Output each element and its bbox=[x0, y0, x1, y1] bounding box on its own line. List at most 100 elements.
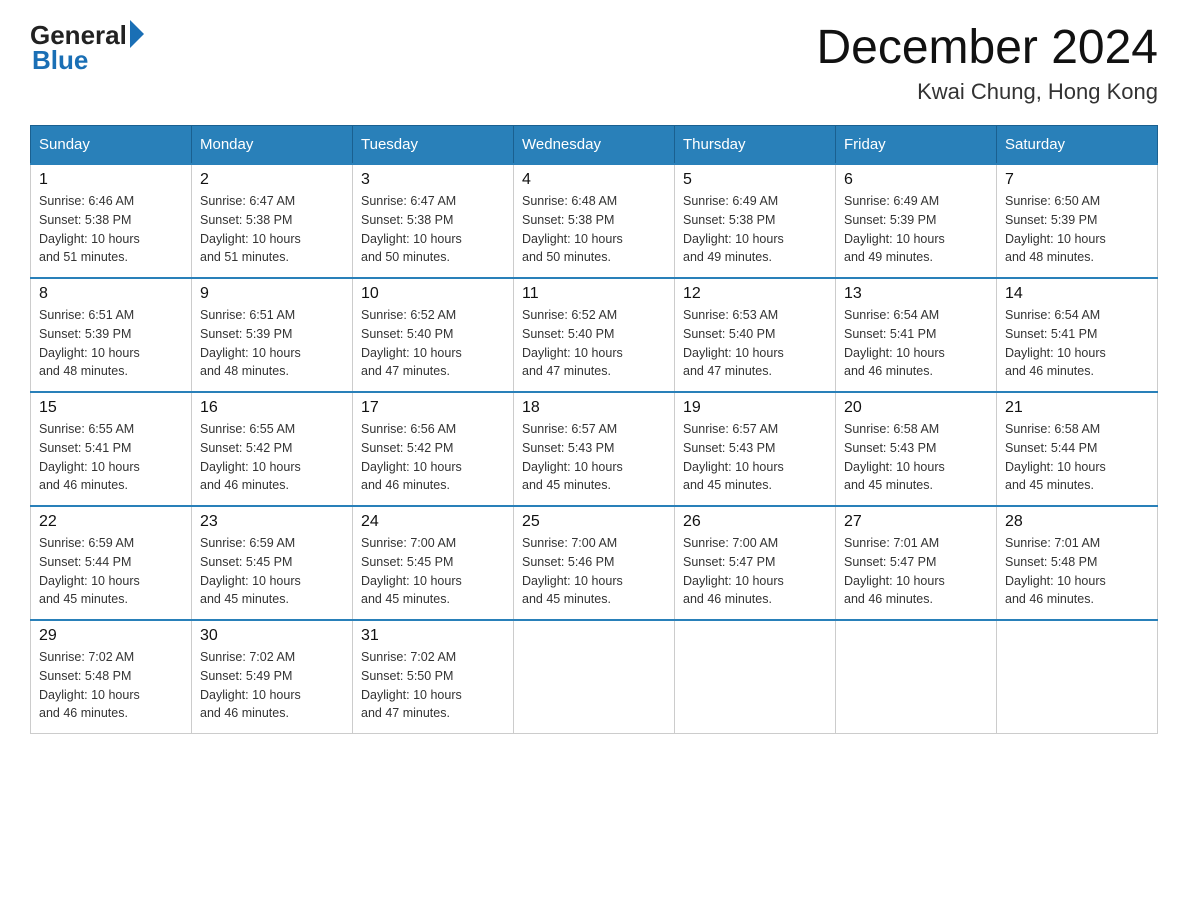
day-info: Sunrise: 6:51 AMSunset: 5:39 PMDaylight:… bbox=[200, 306, 344, 381]
day-number: 8 bbox=[39, 285, 183, 303]
day-info: Sunrise: 6:51 AMSunset: 5:39 PMDaylight:… bbox=[39, 306, 183, 381]
table-row: 29 Sunrise: 7:02 AMSunset: 5:48 PMDayligh… bbox=[31, 620, 192, 734]
day-info: Sunrise: 7:01 AMSunset: 5:47 PMDaylight:… bbox=[844, 534, 988, 609]
table-row bbox=[836, 620, 997, 734]
day-number: 30 bbox=[200, 627, 344, 645]
day-number: 27 bbox=[844, 513, 988, 531]
header-monday: Monday bbox=[192, 126, 353, 165]
day-info: Sunrise: 6:58 AMSunset: 5:44 PMDaylight:… bbox=[1005, 420, 1149, 495]
day-number: 22 bbox=[39, 513, 183, 531]
day-info: Sunrise: 6:47 AMSunset: 5:38 PMDaylight:… bbox=[361, 192, 505, 267]
day-info: Sunrise: 6:56 AMSunset: 5:42 PMDaylight:… bbox=[361, 420, 505, 495]
day-info: Sunrise: 6:47 AMSunset: 5:38 PMDaylight:… bbox=[200, 192, 344, 267]
day-info: Sunrise: 7:01 AMSunset: 5:48 PMDaylight:… bbox=[1005, 534, 1149, 609]
location-subtitle: Kwai Chung, Hong Kong bbox=[816, 79, 1158, 105]
day-number: 12 bbox=[683, 285, 827, 303]
day-number: 23 bbox=[200, 513, 344, 531]
table-row: 27 Sunrise: 7:01 AMSunset: 5:47 PMDayligh… bbox=[836, 506, 997, 620]
day-info: Sunrise: 6:57 AMSunset: 5:43 PMDaylight:… bbox=[522, 420, 666, 495]
table-row: 16 Sunrise: 6:55 AMSunset: 5:42 PMDayligh… bbox=[192, 392, 353, 506]
table-row: 3 Sunrise: 6:47 AMSunset: 5:38 PMDaylight… bbox=[353, 164, 514, 278]
day-info: Sunrise: 7:02 AMSunset: 5:49 PMDaylight:… bbox=[200, 648, 344, 723]
day-number: 13 bbox=[844, 285, 988, 303]
day-info: Sunrise: 6:53 AMSunset: 5:40 PMDaylight:… bbox=[683, 306, 827, 381]
day-info: Sunrise: 6:57 AMSunset: 5:43 PMDaylight:… bbox=[683, 420, 827, 495]
day-number: 11 bbox=[522, 285, 666, 303]
table-row: 4Sunrise: 6:48 AMSunset: 5:38 PMDaylight… bbox=[514, 164, 675, 278]
day-number: 2 bbox=[200, 171, 344, 189]
table-row: 20 Sunrise: 6:58 AMSunset: 5:43 PMDayligh… bbox=[836, 392, 997, 506]
day-number: 16 bbox=[200, 399, 344, 417]
calendar-body: 1Sunrise: 6:46 AMSunset: 5:38 PMDaylight… bbox=[31, 164, 1158, 734]
day-number: 15 bbox=[39, 399, 183, 417]
table-row: 6 Sunrise: 6:49 AMSunset: 5:39 PMDaylight… bbox=[836, 164, 997, 278]
table-row: 8 Sunrise: 6:51 AMSunset: 5:39 PMDaylight… bbox=[31, 278, 192, 392]
table-row: 9 Sunrise: 6:51 AMSunset: 5:39 PMDaylight… bbox=[192, 278, 353, 392]
day-info: Sunrise: 6:54 AMSunset: 5:41 PMDaylight:… bbox=[844, 306, 988, 381]
title-area: December 2024 Kwai Chung, Hong Kong bbox=[816, 20, 1158, 105]
table-row: 2 Sunrise: 6:47 AMSunset: 5:38 PMDaylight… bbox=[192, 164, 353, 278]
day-number: 28 bbox=[1005, 513, 1149, 531]
day-number: 19 bbox=[683, 399, 827, 417]
table-row bbox=[997, 620, 1158, 734]
day-number: 26 bbox=[683, 513, 827, 531]
day-info: Sunrise: 7:00 AMSunset: 5:45 PMDaylight:… bbox=[361, 534, 505, 609]
day-number: 18 bbox=[522, 399, 666, 417]
day-info: Sunrise: 6:55 AMSunset: 5:41 PMDaylight:… bbox=[39, 420, 183, 495]
table-row: 17 Sunrise: 6:56 AMSunset: 5:42 PMDayligh… bbox=[353, 392, 514, 506]
day-number: 20 bbox=[844, 399, 988, 417]
logo-blue-text: Blue bbox=[32, 45, 144, 76]
table-row: 11 Sunrise: 6:52 AMSunset: 5:40 PMDayligh… bbox=[514, 278, 675, 392]
day-info: Sunrise: 6:55 AMSunset: 5:42 PMDaylight:… bbox=[200, 420, 344, 495]
table-row: 30 Sunrise: 7:02 AMSunset: 5:49 PMDayligh… bbox=[192, 620, 353, 734]
day-number: 17 bbox=[361, 399, 505, 417]
day-number: 31 bbox=[361, 627, 505, 645]
day-info: Sunrise: 6:52 AMSunset: 5:40 PMDaylight:… bbox=[522, 306, 666, 381]
day-number: 9 bbox=[200, 285, 344, 303]
calendar-table: Sunday Monday Tuesday Wednesday Thursday… bbox=[30, 125, 1158, 734]
day-info: Sunrise: 6:52 AMSunset: 5:40 PMDaylight:… bbox=[361, 306, 505, 381]
table-row: 23 Sunrise: 6:59 AMSunset: 5:45 PMDayligh… bbox=[192, 506, 353, 620]
table-row: 26 Sunrise: 7:00 AMSunset: 5:47 PMDayligh… bbox=[675, 506, 836, 620]
table-row: 14Sunrise: 6:54 AMSunset: 5:41 PMDayligh… bbox=[997, 278, 1158, 392]
logo-arrow-icon bbox=[130, 20, 144, 48]
day-info: Sunrise: 7:02 AMSunset: 5:50 PMDaylight:… bbox=[361, 648, 505, 723]
day-info: Sunrise: 6:50 AMSunset: 5:39 PMDaylight:… bbox=[1005, 192, 1149, 267]
day-info: Sunrise: 6:59 AMSunset: 5:45 PMDaylight:… bbox=[200, 534, 344, 609]
table-row: 7Sunrise: 6:50 AMSunset: 5:39 PMDaylight… bbox=[997, 164, 1158, 278]
table-row: 21 Sunrise: 6:58 AMSunset: 5:44 PMDayligh… bbox=[997, 392, 1158, 506]
table-row bbox=[675, 620, 836, 734]
day-number: 6 bbox=[844, 171, 988, 189]
header-saturday: Saturday bbox=[997, 126, 1158, 165]
logo[interactable]: General Blue bbox=[30, 20, 144, 76]
day-info: Sunrise: 6:49 AMSunset: 5:39 PMDaylight:… bbox=[844, 192, 988, 267]
page-header: General Blue December 2024 Kwai Chung, H… bbox=[30, 20, 1158, 105]
day-info: Sunrise: 6:54 AMSunset: 5:41 PMDaylight:… bbox=[1005, 306, 1149, 381]
day-info: Sunrise: 6:58 AMSunset: 5:43 PMDaylight:… bbox=[844, 420, 988, 495]
table-row: 18 Sunrise: 6:57 AMSunset: 5:43 PMDayligh… bbox=[514, 392, 675, 506]
header-wednesday: Wednesday bbox=[514, 126, 675, 165]
day-number: 29 bbox=[39, 627, 183, 645]
day-info: Sunrise: 7:02 AMSunset: 5:48 PMDaylight:… bbox=[39, 648, 183, 723]
day-info: Sunrise: 7:00 AMSunset: 5:46 PMDaylight:… bbox=[522, 534, 666, 609]
day-number: 1 bbox=[39, 171, 183, 189]
day-number: 10 bbox=[361, 285, 505, 303]
table-row bbox=[514, 620, 675, 734]
day-info: Sunrise: 7:00 AMSunset: 5:47 PMDaylight:… bbox=[683, 534, 827, 609]
table-row: 5Sunrise: 6:49 AMSunset: 5:38 PMDaylight… bbox=[675, 164, 836, 278]
calendar-title: December 2024 bbox=[816, 20, 1158, 75]
table-row: 19 Sunrise: 6:57 AMSunset: 5:43 PMDayligh… bbox=[675, 392, 836, 506]
day-info: Sunrise: 6:59 AMSunset: 5:44 PMDaylight:… bbox=[39, 534, 183, 609]
calendar-header: Sunday Monday Tuesday Wednesday Thursday… bbox=[31, 126, 1158, 165]
table-row: 10 Sunrise: 6:52 AMSunset: 5:40 PMDayligh… bbox=[353, 278, 514, 392]
table-row: 12 Sunrise: 6:53 AMSunset: 5:40 PMDayligh… bbox=[675, 278, 836, 392]
day-number: 3 bbox=[361, 171, 505, 189]
header-friday: Friday bbox=[836, 126, 997, 165]
day-number: 21 bbox=[1005, 399, 1149, 417]
table-row: 28 Sunrise: 7:01 AMSunset: 5:48 PMDayligh… bbox=[997, 506, 1158, 620]
header-tuesday: Tuesday bbox=[353, 126, 514, 165]
table-row: 1Sunrise: 6:46 AMSunset: 5:38 PMDaylight… bbox=[31, 164, 192, 278]
header-thursday: Thursday bbox=[675, 126, 836, 165]
day-number: 25 bbox=[522, 513, 666, 531]
day-number: 5 bbox=[683, 171, 827, 189]
